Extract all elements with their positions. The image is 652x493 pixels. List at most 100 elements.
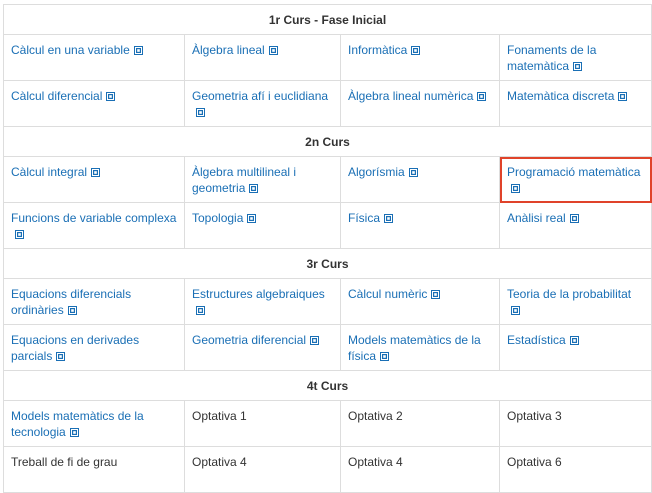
course-link[interactable]: Fonaments de la matemàtica bbox=[507, 43, 596, 73]
course-link-label: Càlcul en una variable bbox=[11, 43, 130, 57]
course-cell: Treball de fi de grau bbox=[3, 446, 185, 493]
course-link-label: Estadística bbox=[507, 333, 566, 347]
course-link[interactable]: Topologia bbox=[192, 211, 257, 225]
external-link-icon bbox=[133, 46, 143, 55]
course-cell: Càlcul en una variable bbox=[3, 34, 185, 81]
course-link-label: Càlcul numèric bbox=[348, 287, 428, 301]
course-cell: Matemàtica discreta bbox=[498, 80, 652, 127]
course-cell: Anàlisi real bbox=[498, 202, 652, 249]
course-link-label: Funcions de variable complexa bbox=[11, 211, 177, 225]
course-link[interactable]: Programació matemàtica bbox=[507, 165, 640, 195]
course-cell: Optativa 6 bbox=[498, 446, 652, 493]
course-link[interactable]: Funcions de variable complexa bbox=[11, 211, 176, 241]
curriculum-table-container: 1r Curs - Fase Inicial Càlcul en una vari… bbox=[2, 4, 652, 493]
course-link[interactable]: Anàlisi real bbox=[507, 211, 579, 225]
course-link-label: Informàtica bbox=[348, 43, 408, 57]
course-link-label: Anàlisi real bbox=[507, 211, 566, 225]
course-link-label: Àlgebra lineal numèrica bbox=[348, 89, 474, 103]
section-title: 1r Curs - Fase Inicial bbox=[2, 4, 652, 35]
section-header-row: 3r Curs bbox=[2, 248, 652, 279]
external-link-icon bbox=[67, 306, 77, 315]
curriculum-table-body: 1r Curs - Fase Inicial Càlcul en una vari… bbox=[2, 4, 652, 493]
course-cell: Àlgebra multilineal i geometria bbox=[184, 156, 341, 203]
course-link[interactable]: Càlcul integral bbox=[11, 165, 101, 179]
course-cell: Àlgebra lineal numèrica bbox=[340, 80, 500, 127]
course-link-label: Equacions en derivades parcials bbox=[11, 333, 140, 363]
external-link-icon bbox=[569, 336, 579, 345]
external-link-icon bbox=[15, 230, 24, 239]
course-cell: Àlgebra lineal bbox=[184, 34, 341, 81]
course-cell: Topologia bbox=[184, 202, 341, 249]
course-link[interactable]: Estadística bbox=[507, 333, 579, 347]
course-cell: Informàtica bbox=[340, 34, 500, 81]
course-link[interactable]: Matemàtica discreta bbox=[507, 89, 628, 103]
course-link[interactable]: Models matemàtics de la tecnologia bbox=[11, 409, 144, 439]
section-header-row: 1r Curs - Fase Inicial bbox=[2, 4, 652, 35]
course-cell: Teoria de la probabilitat bbox=[498, 278, 652, 325]
course-link[interactable]: Geometria afí i euclidiana bbox=[192, 89, 328, 119]
external-link-icon bbox=[247, 214, 257, 223]
course-label: Treball de fi de grau bbox=[11, 455, 118, 469]
table-row: Funcions de variable complexa Topologia Fí… bbox=[3, 202, 652, 249]
table-row: Equacions diferencials ordinàries Estruct… bbox=[3, 278, 652, 325]
external-link-icon bbox=[477, 92, 487, 101]
external-link-icon bbox=[249, 184, 259, 193]
external-link-icon bbox=[310, 336, 320, 345]
course-link[interactable]: Càlcul en una variable bbox=[11, 43, 143, 57]
course-link[interactable]: Física bbox=[348, 211, 394, 225]
course-link-label: Geometria diferencial bbox=[192, 333, 307, 347]
course-link[interactable]: Àlgebra lineal numèrica bbox=[348, 89, 487, 103]
course-link[interactable]: Àlgebra lineal bbox=[192, 43, 278, 57]
course-link[interactable]: Teoria de la probabilitat bbox=[507, 287, 631, 317]
external-link-icon bbox=[106, 92, 116, 101]
course-link-label: Fonaments de la matemàtica bbox=[507, 43, 597, 73]
table-row: Equacions en derivades parcials Geometria… bbox=[3, 324, 652, 371]
course-cell: Optativa 3 bbox=[498, 400, 652, 447]
course-link[interactable]: Equacions diferencials ordinàries bbox=[11, 287, 131, 317]
course-link[interactable]: Equacions en derivades parcials bbox=[11, 333, 139, 363]
external-link-icon bbox=[569, 214, 579, 223]
course-link[interactable]: Àlgebra multilineal i geometria bbox=[192, 165, 296, 195]
course-cell: Funcions de variable complexa bbox=[3, 202, 185, 249]
section-header-row: 4t Curs bbox=[2, 370, 652, 401]
course-cell: Optativa 1 bbox=[184, 400, 341, 447]
table-row: Càlcul diferencial Geometria afí i euclid… bbox=[3, 80, 652, 127]
course-link[interactable]: Algorísmia bbox=[348, 165, 418, 179]
external-link-icon bbox=[384, 214, 394, 223]
course-cell: Geometria afí i euclidiana bbox=[184, 80, 341, 127]
section-title: 3r Curs bbox=[2, 248, 652, 279]
external-link-icon bbox=[618, 92, 628, 101]
course-link-label: Estructures algebraiques bbox=[192, 287, 325, 301]
course-link[interactable]: Informàtica bbox=[348, 43, 421, 57]
course-cell: Geometria diferencial bbox=[184, 324, 341, 371]
course-cell: Estructures algebraiques bbox=[184, 278, 341, 325]
course-link-label: Física bbox=[348, 211, 381, 225]
course-cell: Models matemàtics de la tecnologia bbox=[3, 400, 185, 447]
external-link-icon bbox=[69, 428, 79, 437]
course-cell: Física bbox=[340, 202, 500, 249]
course-cell: Càlcul numèric bbox=[340, 278, 500, 325]
course-link-label: Àlgebra lineal bbox=[192, 43, 265, 57]
course-link-label: Càlcul diferencial bbox=[11, 89, 103, 103]
course-link[interactable]: Models matemàtics de la física bbox=[348, 333, 481, 363]
course-cell: Estadística bbox=[498, 324, 652, 371]
course-label: Optativa 6 bbox=[507, 455, 562, 469]
course-link[interactable]: Càlcul numèric bbox=[348, 287, 441, 301]
course-link-label: Geometria afí i euclidiana bbox=[192, 89, 329, 103]
course-link-label: Algorísmia bbox=[348, 165, 405, 179]
course-link-label: Topologia bbox=[192, 211, 244, 225]
section-header-row: 2n Curs bbox=[2, 126, 652, 157]
table-row: Treball de fi de grau Optativa 4 Optativa … bbox=[3, 446, 652, 493]
course-link[interactable]: Càlcul diferencial bbox=[11, 89, 116, 103]
external-link-icon bbox=[91, 168, 101, 177]
course-link-label: Àlgebra multilineal i geometria bbox=[192, 165, 297, 195]
course-link[interactable]: Geometria diferencial bbox=[192, 333, 320, 347]
table-row: Càlcul en una variable Àlgebra lineal Info… bbox=[3, 34, 652, 81]
external-link-icon bbox=[408, 168, 418, 177]
course-link[interactable]: Estructures algebraiques bbox=[192, 287, 325, 317]
external-link-icon bbox=[268, 46, 278, 55]
course-cell: Fonaments de la matemàtica bbox=[498, 34, 652, 81]
table-row: Càlcul integral Àlgebra multilineal i geo… bbox=[3, 156, 652, 203]
external-link-icon bbox=[411, 46, 421, 55]
external-link-icon bbox=[196, 306, 205, 315]
